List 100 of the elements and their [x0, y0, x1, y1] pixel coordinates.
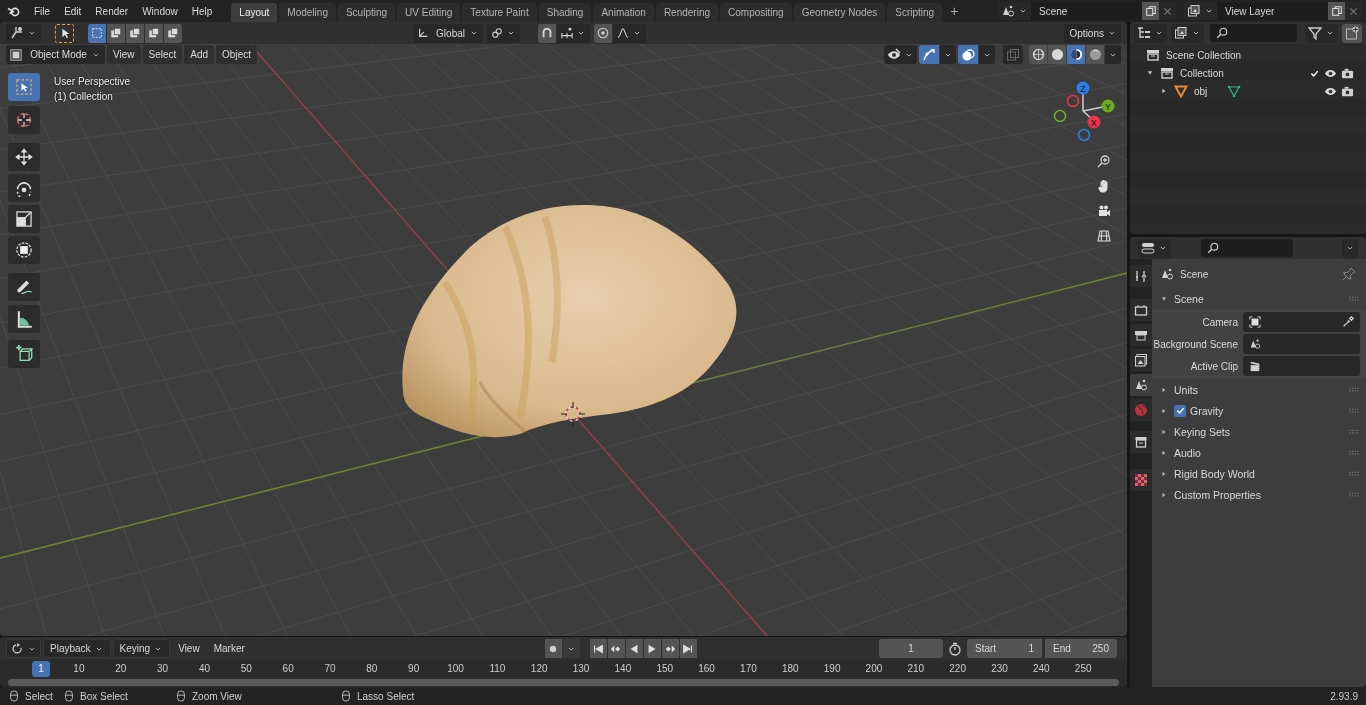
tool-button[interactable] [8, 106, 40, 134]
outliner-item[interactable]: obj [1194, 85, 1208, 97]
render-toggle[interactable] [1341, 66, 1354, 80]
view-layer-name-field[interactable]: View Layer [1217, 2, 1328, 20]
proportional-edit-toggle[interactable] [593, 23, 612, 43]
playback-button[interactable] [625, 639, 643, 658]
editor-type-button[interactable] [6, 639, 41, 658]
select-mode-button[interactable] [107, 23, 125, 43]
playback-button[interactable] [643, 639, 661, 658]
navigation-gizmo[interactable]: Z Y X [1053, 80, 1117, 144]
tool-button[interactable] [8, 205, 40, 233]
render-toggle[interactable] [1341, 84, 1354, 98]
scene-name-field[interactable]: Scene [1031, 2, 1142, 20]
workspace-tab[interactable]: UV Editing [397, 3, 461, 22]
playback-button[interactable] [607, 639, 625, 658]
playback-button[interactable] [661, 639, 679, 658]
outliner-item[interactable]: Scene Collection [1166, 49, 1242, 61]
delete-scene-button[interactable] [1159, 2, 1176, 20]
orientation-dropdown[interactable]: Global [412, 23, 483, 43]
current-frame-indicator[interactable]: 1 [32, 660, 50, 677]
panel-title[interactable]: Audio [1174, 446, 1201, 459]
properties-tab[interactable] [1130, 265, 1152, 287]
workspace-tab[interactable]: Compositing [720, 3, 792, 22]
scene-browse-button[interactable] [998, 2, 1031, 20]
scrollbar[interactable] [8, 678, 1119, 686]
filter-dropdown[interactable] [1305, 23, 1338, 43]
panel-title[interactable]: Units [1174, 383, 1198, 396]
panel-title[interactable]: Rigid Body World [1174, 467, 1255, 480]
new-scene-button[interactable] [1142, 2, 1159, 20]
menu-item[interactable]: Add [184, 45, 215, 64]
workspace-tab[interactable]: Modeling [279, 3, 336, 22]
menu-item[interactable]: Help [184, 1, 220, 21]
menu-item[interactable]: View [172, 639, 206, 658]
properties-tab[interactable] [1130, 431, 1152, 453]
tool-button[interactable] [8, 340, 40, 368]
menu-item[interactable]: Render [88, 1, 136, 21]
panel-checkbox[interactable] [1174, 404, 1186, 417]
properties-tab[interactable] [1130, 324, 1152, 346]
select-mode-button[interactable] [88, 23, 106, 43]
workspace-tab[interactable]: Layout [231, 3, 278, 22]
editor-type-button[interactable] [6, 23, 41, 43]
overlay-toggle[interactable] [958, 45, 978, 64]
menu-item[interactable]: Window [135, 1, 185, 21]
editor-type-button[interactable] [1138, 238, 1171, 258]
shading-mode-button[interactable] [1067, 45, 1085, 64]
select-mode-button[interactable] [126, 23, 144, 43]
properties-tab[interactable] [1130, 469, 1152, 491]
record-button[interactable] [544, 639, 562, 658]
camera-field[interactable] [1243, 312, 1360, 332]
select-mode-button[interactable] [164, 23, 182, 43]
menu-item[interactable]: Keying [112, 639, 171, 658]
editor-type-button[interactable] [1134, 23, 1167, 43]
tool-button[interactable] [8, 174, 40, 202]
delete-view-layer-button[interactable] [1345, 2, 1362, 20]
menu-item[interactable]: Edit [57, 1, 89, 21]
start-frame-field[interactable]: Start 1 [967, 639, 1042, 658]
properties-tab[interactable] [1130, 299, 1152, 321]
scene-field[interactable] [1243, 334, 1360, 354]
playback-button[interactable] [589, 639, 607, 658]
menu-item[interactable]: View [107, 45, 141, 64]
workspace-tab[interactable]: Scripting [887, 3, 943, 22]
outliner-item[interactable]: Collection [1180, 67, 1224, 79]
properties-tab[interactable] [1130, 374, 1152, 396]
new-view-layer-button[interactable] [1328, 2, 1345, 20]
menu-item[interactable]: Playback [43, 639, 111, 658]
workspace-tab[interactable]: Sculpting [337, 3, 396, 22]
tool-button[interactable] [8, 305, 40, 333]
tool-button[interactable] [8, 143, 40, 171]
playback-button[interactable] [679, 639, 697, 658]
gizmo-toggle[interactable] [919, 45, 939, 64]
workspace-tab[interactable]: Shading [538, 3, 592, 22]
search-field[interactable] [1201, 239, 1293, 257]
tool-button[interactable] [8, 236, 40, 264]
workspace-tab[interactable]: Geometry Nodes [793, 3, 886, 22]
options-dropdown[interactable]: Options [1063, 23, 1121, 43]
workspace-tab[interactable]: Animation [593, 3, 654, 22]
pivot-dropdown[interactable] [486, 23, 520, 43]
clip-field[interactable] [1243, 356, 1360, 376]
xray-toggle[interactable] [1003, 45, 1023, 64]
select-mode-button[interactable] [145, 23, 163, 43]
display-mode-dropdown[interactable] [1171, 23, 1204, 43]
menu-item[interactable]: File [27, 1, 58, 21]
panel-title[interactable]: Keying Sets [1174, 425, 1231, 438]
viewport[interactable]: Global Options Object Mode View Select Add Object User Perspective (1) Collection Z Y X [0, 22, 1127, 636]
workspace-tab[interactable]: Texture Paint [462, 3, 537, 22]
new-collection-button[interactable] [1342, 23, 1362, 43]
snap-toggle[interactable] [537, 23, 556, 43]
panel-title[interactable]: Custom Properties [1174, 488, 1261, 501]
pin-button[interactable] [1342, 267, 1356, 281]
add-workspace-button[interactable]: + [944, 1, 965, 21]
select-tool-button[interactable] [55, 23, 74, 43]
snap-dropdown[interactable] [556, 23, 590, 43]
workspace-tab[interactable]: Rendering [655, 3, 719, 22]
falloff-dropdown[interactable] [612, 23, 646, 43]
panel-title[interactable]: Scene [1174, 292, 1204, 305]
menu-item[interactable]: Object [216, 45, 257, 64]
menu-item[interactable]: Select [142, 45, 183, 64]
mode-dropdown[interactable]: Object Mode [6, 45, 105, 64]
menu-item[interactable]: Marker [207, 639, 251, 658]
view-layer-browse-button[interactable] [1184, 2, 1217, 20]
